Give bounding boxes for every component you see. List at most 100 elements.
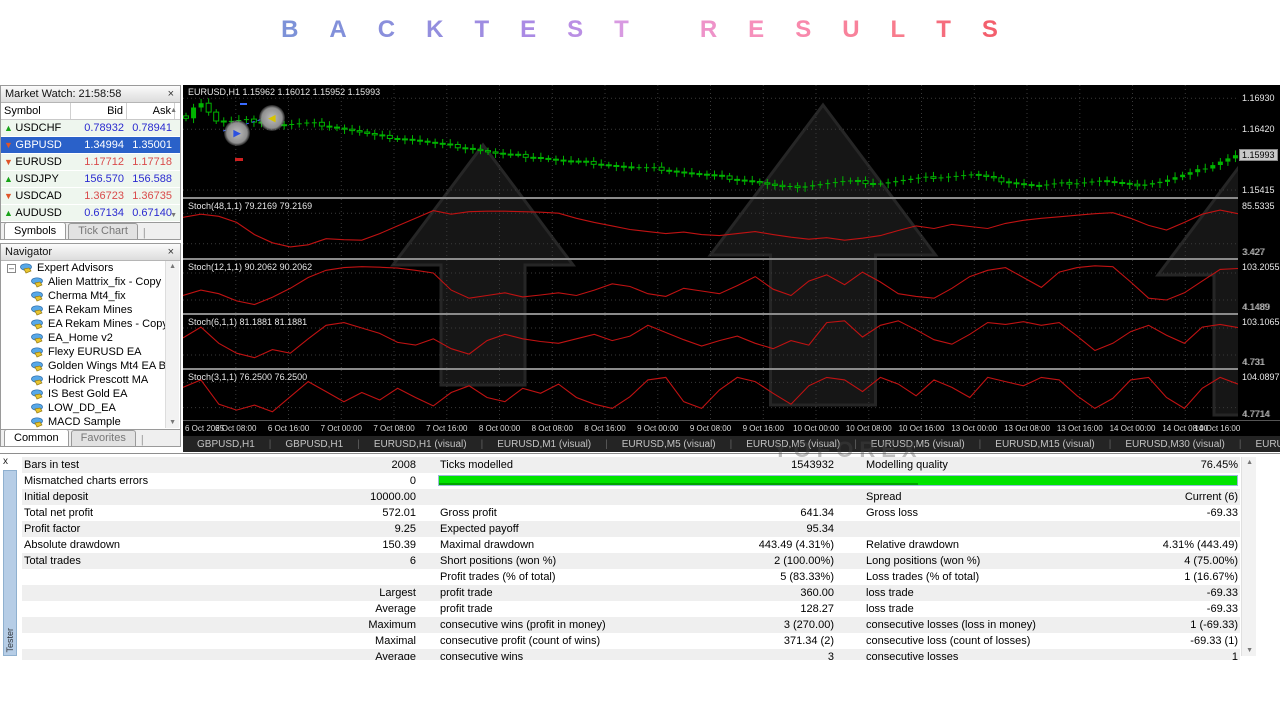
report-label: Total net profit	[22, 505, 272, 521]
tree-item[interactable]: IS Best Gold EA	[1, 387, 166, 401]
column-symbol[interactable]: Symbol	[1, 103, 71, 119]
tab-common[interactable]: Common	[4, 429, 69, 446]
report-row[interactable]: Total trades6Short positions (won %)2 (1…	[22, 553, 1240, 569]
report-row[interactable]: Initial deposit10000.00SpreadCurrent (6)	[22, 489, 1240, 505]
chart-tab[interactable]: EURUSD,M5 (visual)	[732, 439, 854, 450]
report-value: 4.31% (443.49)	[1100, 537, 1240, 553]
banner-letter: T	[614, 16, 630, 44]
chart-tab[interactable]: EURUSD,M5 (visual)	[608, 439, 730, 450]
indicator-window[interactable]: Stoch(6,1,1) 81.1881 81.1881	[183, 315, 1238, 368]
time-axis-label: 6 Oct 16:00	[268, 424, 309, 433]
report-label: Absolute drawdown	[22, 537, 272, 553]
chart-tab[interactable]: EURUSD,M5 (visual)	[857, 439, 979, 450]
market-watch-rows: ▲ USDCHF0.789320.78941▼ GBPUSD1.349941.3…	[1, 120, 180, 226]
report-value: 0	[272, 473, 418, 489]
tree-item[interactable]: LOW_DD_EA	[1, 401, 166, 415]
market-watch-row[interactable]: ▲ USDCHF0.789320.78941	[1, 120, 180, 137]
tree-item[interactable]: EA Rekam Mines - Copy	[1, 317, 166, 331]
chart-tab[interactable]: EURUSD,M15 (visual)	[981, 439, 1108, 450]
report-row[interactable]: Absolute drawdown150.39Maximal drawdown4…	[22, 537, 1240, 553]
chart-symbol-label: EURUSD,H1 1.15962 1.16012 1.15952 1.1599…	[188, 87, 380, 97]
report-label: Mismatched charts errors	[22, 473, 272, 489]
main-chart-window[interactable]: ▶◀	[183, 85, 1238, 197]
tree-item[interactable]: Flexy EURUSD EA	[1, 345, 166, 359]
report-row[interactable]: Maximalconsecutive profit (count of wins…	[22, 633, 1240, 649]
navigator-tabs: CommonFavorites|	[1, 429, 180, 446]
report-row[interactable]: Profit factor9.25Expected payoff95.34	[22, 521, 1240, 537]
tab-divider: |	[140, 227, 146, 239]
tree-item-label: EA Rekam Mines	[48, 303, 132, 317]
market-watch-row[interactable]: ▼ EURUSD1.177121.17718	[1, 154, 180, 171]
bid-value: 156.570	[71, 171, 127, 187]
close-icon[interactable]: ×	[166, 89, 176, 99]
collapse-icon[interactable]: –	[7, 264, 16, 273]
symbol-name: AUDUSD	[15, 207, 61, 219]
indicator-window[interactable]: Stoch(12,1,1) 90.2062 90.2062	[183, 260, 1238, 313]
trade-marker-close[interactable]: ◀	[259, 105, 285, 131]
scroll-up-icon[interactable]: ▲	[169, 263, 176, 270]
report-row[interactable]: Total net profit572.01Gross profit641.34…	[22, 505, 1240, 521]
report-row[interactable]: Profit trades (% of total)5 (83.33%)Loss…	[22, 569, 1240, 585]
report-gap	[836, 537, 864, 553]
indicator-window[interactable]: Stoch(3,1,1) 76.2500 76.2500	[183, 370, 1238, 420]
indicator-window[interactable]: Stoch(48,1,1) 79.2169 79.2169	[183, 199, 1238, 258]
chart-tab-bar: GBPUSD,H1|GBPUSD,H1|EURUSD,H1 (visual)|E…	[183, 436, 1280, 452]
current-price-box: 1.15993	[1239, 149, 1278, 161]
report-row[interactable]: Maximumconsecutive wins (profit in money…	[22, 617, 1240, 633]
banner-letter: T	[936, 16, 952, 44]
expert-advisor-icon	[20, 263, 33, 274]
scroll-up-icon[interactable]: ▲	[1246, 459, 1253, 466]
time-axis-label: 6 Oct 08:00	[215, 424, 256, 433]
tester-side-strip[interactable]: Tester	[3, 470, 17, 656]
scroll-down-icon[interactable]: ▼	[1246, 647, 1253, 654]
up-arrow-icon: ▲	[4, 123, 15, 133]
market-watch-panel: Market Watch: 21:58:58 × Symbol Bid Ask …	[0, 85, 181, 240]
tree-item[interactable]: Cherma Mt4_fix	[1, 289, 166, 303]
chart-tab[interactable]: EURUSD,M15 (visual)	[1241, 439, 1280, 450]
chart-area[interactable]: EURUSD,H1 1.15962 1.16012 1.15952 1.1599…	[183, 85, 1280, 452]
tab-tick-chart[interactable]: Tick Chart	[68, 223, 138, 239]
tree-item[interactable]: MACD Sample	[1, 415, 166, 428]
close-icon[interactable]: x	[3, 457, 8, 466]
report-scrollbar[interactable]: ▲ ▼	[1241, 457, 1256, 656]
column-ask[interactable]: Ask	[127, 103, 175, 119]
tree-root-expert-advisors[interactable]: –Expert Advisors	[1, 261, 166, 275]
market-watch-row[interactable]: ▲ USDJPY156.570156.588	[1, 171, 180, 188]
report-row[interactable]: Averageprofit trade128.27loss trade-69.3…	[22, 601, 1240, 617]
trade-marker-buy[interactable]: ▶	[224, 120, 250, 146]
scroll-down-icon[interactable]: ▼	[169, 419, 176, 426]
chart-tab[interactable]: EURUSD,H1 (visual)	[360, 439, 481, 450]
tab-symbols[interactable]: Symbols	[4, 222, 66, 239]
chart-tab[interactable]: GBPUSD,H1	[271, 439, 357, 450]
tree-item[interactable]: Hodrick Prescott MA	[1, 373, 166, 387]
tree-item[interactable]: Golden Wings Mt4 EA By	[1, 359, 166, 373]
market-watch-row[interactable]: ▼ GBPUSD1.349941.35001	[1, 137, 180, 154]
chart-tab[interactable]: EURUSD,M30 (visual)	[1111, 439, 1238, 450]
chart-tab[interactable]: GBPUSD,H1	[183, 439, 269, 450]
indicator-scale-top: 103.1065	[1242, 317, 1280, 327]
tree-item[interactable]: EA Rekam Mines	[1, 303, 166, 317]
report-row[interactable]: Bars in test2008Ticks modelled1543932Mod…	[22, 457, 1240, 473]
ask-value: 156.588	[127, 171, 175, 187]
report-row[interactable]: Mismatched charts errors0	[22, 473, 1240, 489]
report-row[interactable]: Largestprofit trade360.00loss trade-69.3…	[22, 585, 1240, 601]
market-watch-row[interactable]: ▼ USDCAD1.367231.36735	[1, 188, 180, 205]
column-bid[interactable]: Bid	[71, 103, 127, 119]
tree-item[interactable]: EA_Home v2	[1, 331, 166, 345]
close-icon[interactable]: ×	[166, 247, 176, 257]
expert-advisor-icon	[31, 291, 44, 302]
report-row[interactable]: Averageconsecutive wins3consecutive loss…	[22, 649, 1240, 660]
market-watch-row[interactable]: ▲ AUDUSD0.671340.67140	[1, 205, 180, 222]
navigator-scrollbar[interactable]: ▲ ▼	[165, 261, 179, 428]
report-value: Average	[272, 649, 418, 660]
chart-tab[interactable]: EURUSD,M1 (visual)	[483, 439, 605, 450]
time-axis-label: 14 Oct 16:00	[1194, 424, 1240, 433]
scroll-up-icon[interactable]: ▲	[170, 107, 177, 114]
expert-advisor-icon	[31, 277, 44, 288]
ask-value: 0.67140	[127, 205, 175, 221]
navigator-tree: –Expert AdvisorsAlien Mattrix_fix - Copy…	[1, 261, 166, 428]
tree-item[interactable]: Alien Mattrix_fix - Copy	[1, 275, 166, 289]
scroll-down-icon[interactable]: ▼	[170, 212, 177, 219]
tab-favorites[interactable]: Favorites	[71, 430, 136, 446]
down-arrow-icon: ▼	[4, 157, 15, 167]
